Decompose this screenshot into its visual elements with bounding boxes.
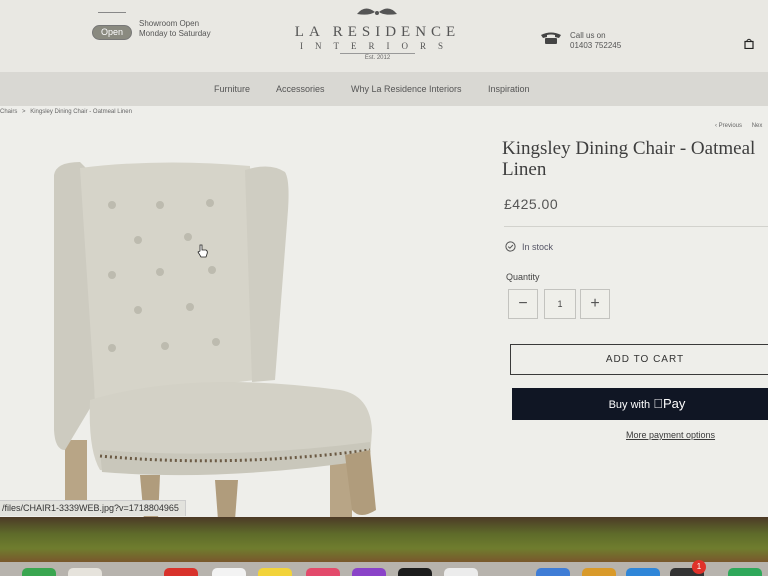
dock-app-icon[interactable] (306, 568, 340, 576)
breadcrumb-current: Kingsley Dining Chair - Oatmeal Linen (30, 109, 132, 115)
showroom-line2: Monday to Saturday (139, 29, 211, 38)
hand-cursor-icon (197, 244, 208, 258)
birds-logo-icon[interactable] (353, 4, 401, 18)
product-price: £425.00 (504, 196, 559, 212)
nav-furniture[interactable]: Furniture (214, 84, 250, 94)
site-header: Open Showroom Open Monday to Saturday LA… (0, 0, 768, 72)
dock-app-icon[interactable] (352, 568, 386, 576)
status-bar-url: /files/CHAIR1-3339WEB.jpg?v=1718804965 (0, 500, 186, 516)
cart-bag-icon[interactable] (744, 38, 754, 49)
main-nav: Furniture Accessories Why La Residence I… (0, 72, 768, 106)
quantity-decrease-button[interactable]: − (508, 289, 538, 319)
quantity-input[interactable]: 1 (544, 289, 576, 319)
dock-app-icon[interactable] (22, 568, 56, 576)
dock-app-icon[interactable] (68, 568, 102, 576)
dock-app-icon[interactable] (626, 568, 660, 576)
dock-app-icon[interactable] (398, 568, 432, 576)
dock-app-icon[interactable] (582, 568, 616, 576)
divider (504, 226, 768, 227)
call-us: Call us on 01403 752245 (570, 31, 650, 51)
product-pager: ‹ Previous Nex (715, 123, 762, 129)
dock-app-icon[interactable] (212, 568, 246, 576)
breadcrumb: Chairs > Kingsley Dining Chair - Oatmeal… (0, 109, 132, 115)
notification-badge: 1 (692, 560, 706, 574)
quantity-increase-button[interactable]: + (580, 289, 610, 319)
add-to-cart-button[interactable]: ADD TO CART (510, 344, 768, 375)
phone-number[interactable]: 01403 752245 (570, 41, 650, 51)
dock-app-icon[interactable] (164, 568, 198, 576)
dock-app-icon[interactable] (728, 568, 762, 576)
pay-brand-label: Pay (658, 396, 685, 411)
dock-app-icon[interactable] (258, 568, 292, 576)
showroom-line1: Showroom Open (139, 19, 200, 28)
stock-status: In stock (522, 242, 554, 252)
call-label: Call us on (570, 31, 606, 40)
breadcrumb-separator: > (22, 109, 26, 115)
desktop-wallpaper (0, 517, 768, 565)
apple-pay-mark: Pay (653, 396, 685, 411)
nav-inspiration[interactable]: Inspiration (488, 84, 530, 94)
previous-link[interactable]: ‹ Previous (715, 123, 742, 129)
breadcrumb-chairs[interactable]: Chairs (0, 109, 17, 115)
product-title: Kingsley Dining Chair - Oatmeal Linen (502, 138, 756, 180)
browser-page: Open Showroom Open Monday to Saturday LA… (0, 0, 768, 520)
logo-title[interactable]: LA RESIDENCE (290, 24, 465, 41)
logo-est: Est. 2012 (340, 53, 415, 61)
dock-app-icon[interactable] (444, 568, 478, 576)
next-link[interactable]: Nex (752, 123, 763, 129)
nav-why-la-residence[interactable]: Why La Residence Interiors (351, 84, 462, 94)
sign-hanger (98, 12, 126, 26)
product-image-chair[interactable] (40, 150, 390, 520)
apple-pay-button[interactable]: Buy with Pay (512, 388, 768, 420)
dock-app-icon[interactable] (536, 568, 570, 576)
phone-icon (541, 32, 561, 44)
showroom-hours: Showroom Open Monday to Saturday (139, 19, 249, 39)
buy-with-label: Buy with (608, 399, 651, 411)
more-payment-options-link[interactable]: More payment options (626, 430, 715, 440)
open-badge: Open (92, 25, 132, 40)
logo-subtitle: INTERIORS (300, 41, 455, 51)
quantity-label: Quantity (506, 272, 540, 282)
check-circle-icon (505, 241, 516, 252)
nav-accessories[interactable]: Accessories (276, 84, 325, 94)
